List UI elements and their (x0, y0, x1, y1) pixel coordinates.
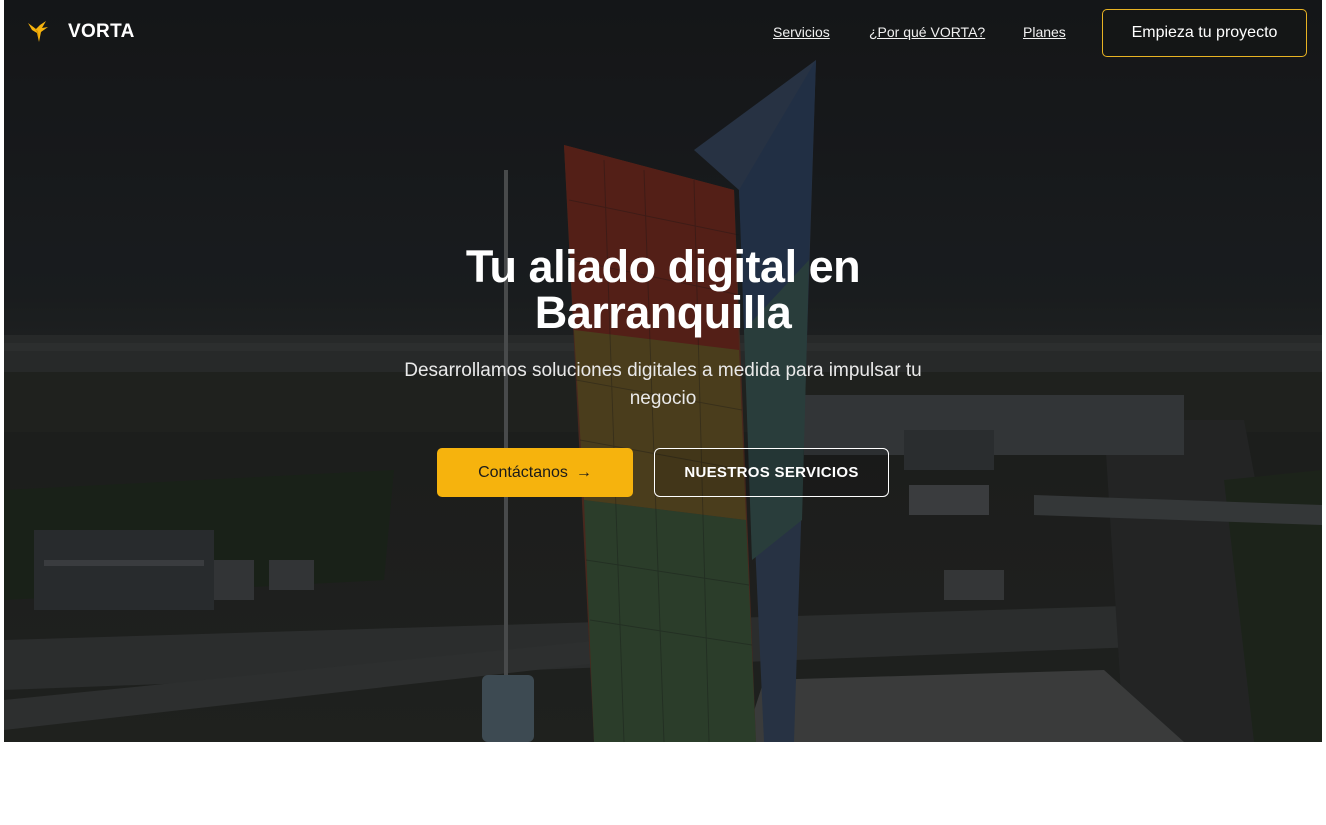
brand-logo[interactable]: VORTA (26, 19, 135, 45)
contact-button[interactable]: Contáctanos → (437, 448, 633, 497)
hero-subtitle-line-1: Desarrollamos soluciones digitales a med… (404, 360, 922, 381)
hero-subtitle: Desarrollamos soluciones digitales a med… (343, 357, 983, 413)
hero-title-line-1: Tu aliado digital en (465, 241, 861, 292)
our-services-button[interactable]: NUESTROS SERVICIOS (654, 448, 889, 497)
nav-link-por-que-vorta[interactable]: ¿Por qué VORTA? (869, 24, 985, 40)
hero-title: Tu aliado digital en Barranquilla (363, 244, 963, 336)
nav-link-planes[interactable]: Planes (1023, 24, 1066, 40)
nav-link-servicios[interactable]: Servicios (773, 24, 830, 40)
brand-name: VORTA (68, 21, 135, 42)
hero-title-line-2: Barranquilla (534, 287, 792, 338)
hero-subtitle-line-2: negocio (629, 388, 697, 409)
arrow-right-icon: → (575, 463, 592, 481)
top-navbar: VORTA Servicios ¿Por qué VORTA? Planes E… (0, 0, 1326, 66)
start-project-button[interactable]: Empieza tu proyecto (1102, 9, 1307, 57)
hummingbird-icon (26, 19, 52, 45)
contact-button-label: Contáctanos (478, 463, 568, 481)
